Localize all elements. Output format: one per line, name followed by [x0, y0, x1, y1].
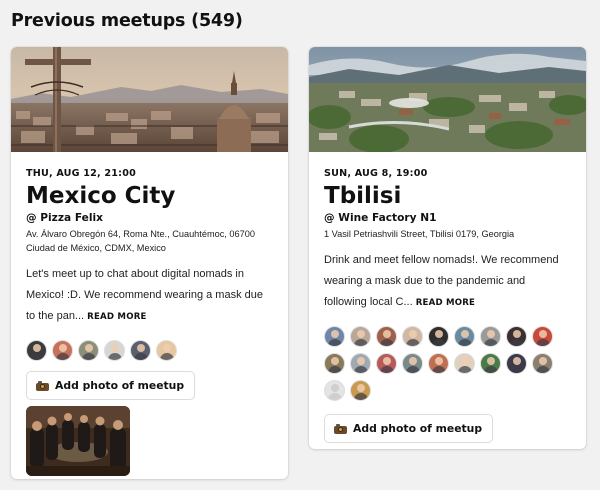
- attendee-avatars: [324, 326, 571, 401]
- attendee-avatar[interactable]: [454, 353, 475, 374]
- camera-icon: [334, 423, 347, 434]
- attendee-avatars: [26, 340, 273, 361]
- attendee-avatar[interactable]: [506, 353, 527, 374]
- meetup-date: THU, AUG 12, 21:00: [26, 168, 136, 179]
- add-photo-label: Add photo of meetup: [55, 379, 185, 392]
- read-more-link[interactable]: READ MORE: [416, 298, 475, 308]
- meetup-photo-thumbnail[interactable]: [26, 406, 130, 476]
- add-photo-label: Add photo of meetup: [353, 422, 483, 435]
- attendee-avatar[interactable]: [324, 353, 345, 374]
- attendee-avatar[interactable]: [402, 326, 423, 347]
- section-title: Previous meetups (549): [11, 11, 243, 31]
- attendee-avatar[interactable]: [376, 326, 397, 347]
- attendee-avatar[interactable]: [156, 340, 177, 361]
- add-photo-button[interactable]: Add photo of meetup: [26, 371, 196, 400]
- attendee-avatar[interactable]: [454, 326, 475, 347]
- meetup-hero-image: [11, 47, 288, 152]
- meetup-city[interactable]: Tbilisi: [324, 183, 571, 210]
- attendee-avatar[interactable]: [350, 380, 371, 401]
- add-photo-button[interactable]: Add photo of meetup: [324, 414, 494, 443]
- meetup-venue: @ Wine Factory N1: [324, 212, 437, 224]
- attendee-avatar[interactable]: [350, 353, 371, 374]
- attendee-avatar[interactable]: [350, 326, 371, 347]
- attendee-avatar[interactable]: [376, 353, 397, 374]
- meetup-card-tbilisi[interactable]: SUN, AUG 8, 19:00 Tbilisi @ Wine Factory…: [309, 47, 586, 449]
- attendee-avatar[interactable]: [78, 340, 99, 361]
- meetup-description: Let's meet up to chat about digital noma…: [26, 264, 273, 328]
- meetup-card-mexico-city[interactable]: THU, AUG 12, 21:00 Mexico City @ Pizza F…: [11, 47, 288, 479]
- meetup-address: Av. Álvaro Obregón 64, Roma Nte., Cuauht…: [26, 229, 255, 253]
- attendee-avatar[interactable]: [402, 353, 423, 374]
- attendee-avatar[interactable]: [324, 326, 345, 347]
- attendee-avatar[interactable]: [428, 353, 449, 374]
- meetup-address: 1 Vasil Petriashvili Street, Tbilisi 017…: [324, 229, 515, 239]
- attendee-avatar[interactable]: [26, 340, 47, 361]
- attendee-avatar[interactable]: [324, 380, 345, 401]
- meetup-hero-image: [309, 47, 586, 152]
- attendee-avatar[interactable]: [130, 340, 151, 361]
- read-more-link[interactable]: READ MORE: [87, 312, 146, 322]
- meetup-description: Drink and meet fellow nomads!. We recomm…: [324, 250, 571, 314]
- meetup-date: SUN, AUG 8, 19:00: [324, 168, 428, 179]
- attendee-avatar[interactable]: [480, 326, 501, 347]
- meetup-city[interactable]: Mexico City: [26, 183, 273, 210]
- attendee-avatar[interactable]: [428, 326, 449, 347]
- camera-icon: [36, 380, 49, 391]
- attendee-avatar[interactable]: [480, 353, 501, 374]
- attendee-avatar[interactable]: [104, 340, 125, 361]
- attendee-avatar[interactable]: [506, 326, 527, 347]
- attendee-avatar[interactable]: [532, 326, 553, 347]
- attendee-avatar[interactable]: [532, 353, 553, 374]
- attendee-avatar[interactable]: [52, 340, 73, 361]
- meetup-venue: @ Pizza Felix: [26, 212, 103, 224]
